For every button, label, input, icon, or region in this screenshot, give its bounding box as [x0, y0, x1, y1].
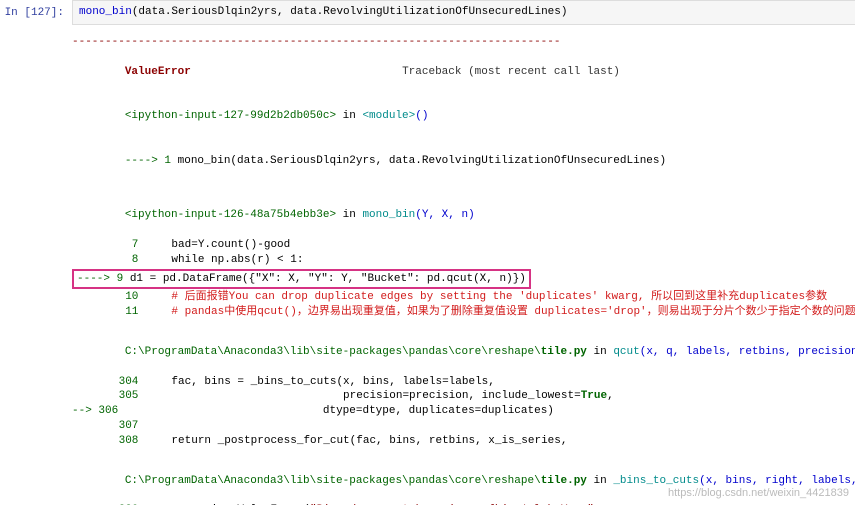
- separator: ----------------------------------------…: [72, 35, 855, 50]
- frame-path: C:\ProgramData\Anaconda3\lib\site-packag…: [125, 346, 541, 358]
- fn-call: mono_bin: [79, 6, 132, 18]
- frame-loc: <ipython-input-127-99d2b2db050c>: [125, 110, 336, 122]
- frame-path: C:\ProgramData\Anaconda3\lib\site-packag…: [125, 475, 541, 487]
- frame-func: <module>: [362, 110, 415, 122]
- code-input[interactable]: mono_bin(data.SeriousDlqin2yrs, data.Rev…: [72, 0, 855, 25]
- call-args: (data.SeriousDlqin2yrs, data.RevolvingUt…: [132, 6, 568, 18]
- traceback-output: ----------------------------------------…: [72, 35, 855, 505]
- frame-loc: <ipython-input-126-48a75b4ebb3e>: [125, 209, 336, 221]
- error-name: ValueError: [125, 66, 191, 78]
- frame1-code: mono_bin(data.SeriousDlqin2yrs, data.Rev…: [178, 155, 666, 167]
- arrow-line: ----> 1: [125, 155, 178, 167]
- highlight-line-9: ----> 9 d1 = pd.DataFrame({"X": X, "Y": …: [72, 269, 531, 290]
- input-prompt: In [127]:: [0, 0, 68, 505]
- cell-body: mono_bin(data.SeriousDlqin2yrs, data.Rev…: [68, 0, 855, 505]
- comment-cn-2: # pandas中使用qcut()，边界易出现重复值，如果为了删除重复值设置 d…: [171, 306, 855, 318]
- frame-func: mono_bin: [362, 209, 415, 221]
- comment-cn-1: # 后面报错You can drop duplicate edges by se…: [171, 291, 827, 303]
- watermark: https://blog.csdn.net/weixin_4421839: [668, 486, 849, 501]
- traceback-label: Traceback (most recent call last): [191, 66, 620, 78]
- notebook-cell: In [127]: mono_bin(data.SeriousDlqin2yrs…: [0, 0, 855, 505]
